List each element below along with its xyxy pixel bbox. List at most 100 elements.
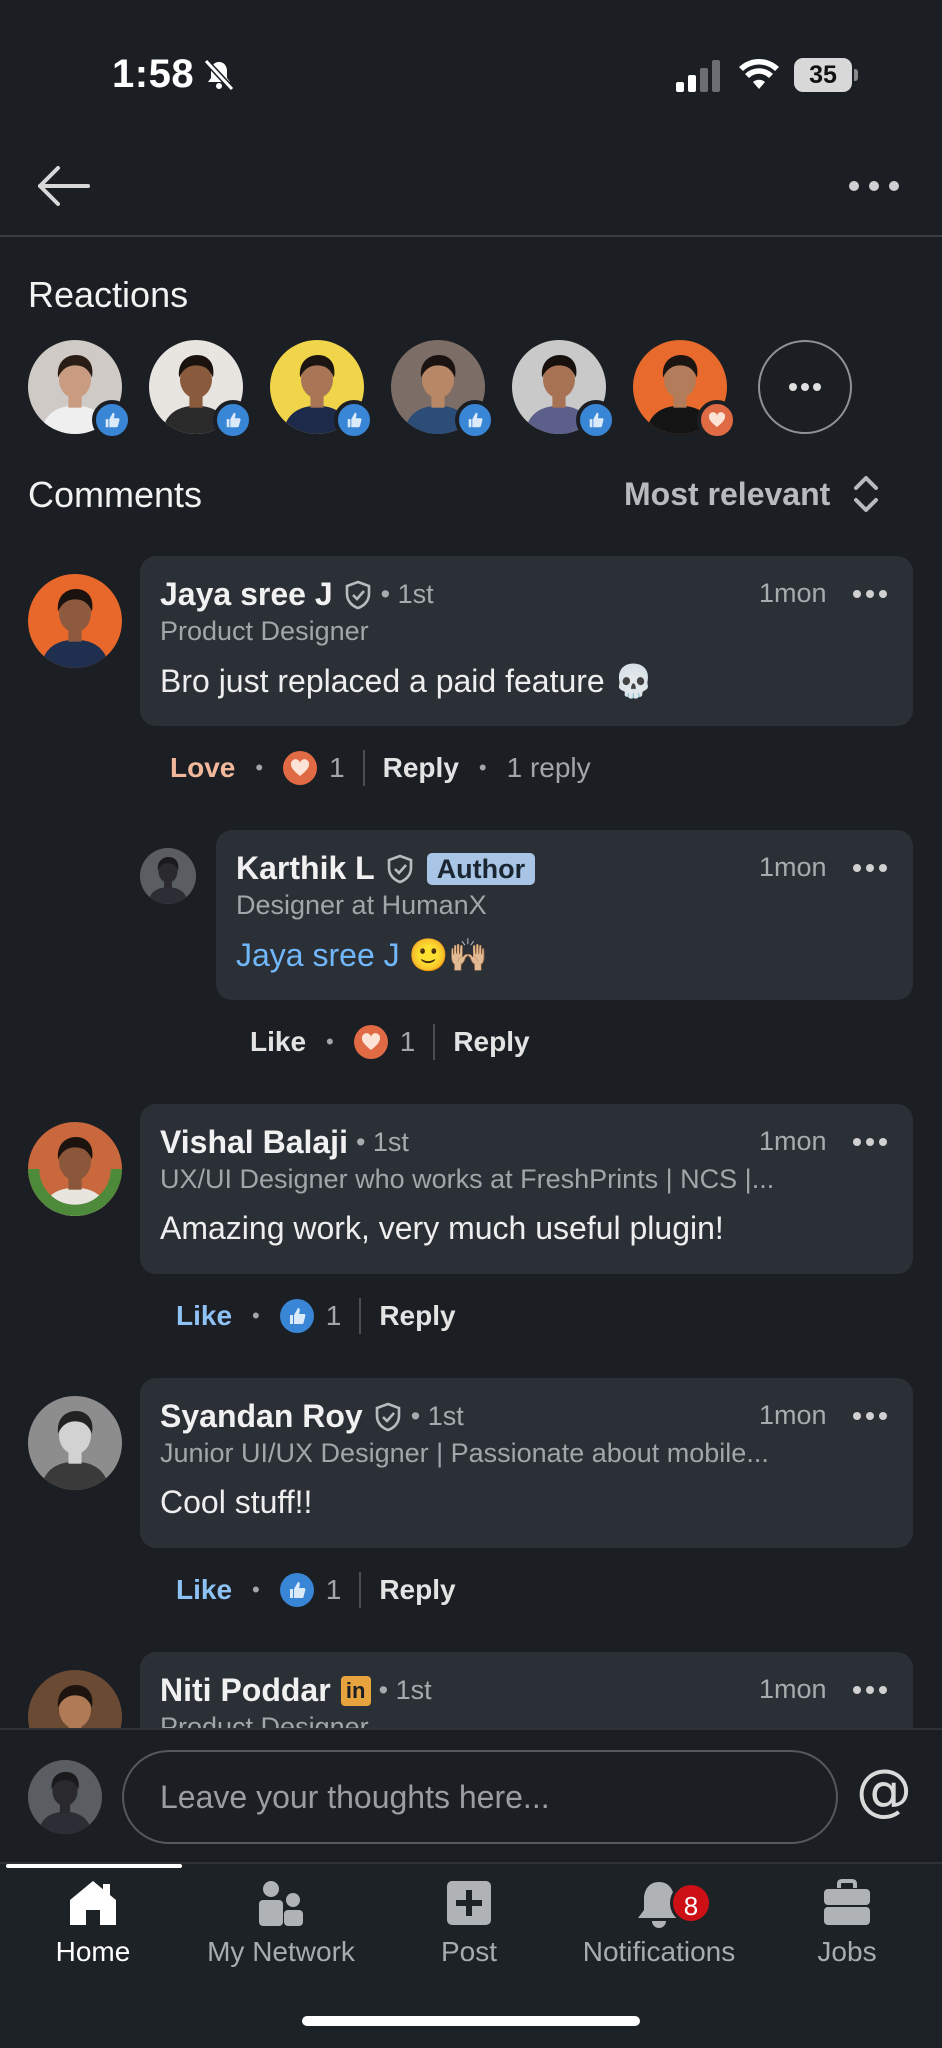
comment-more-icon[interactable] bbox=[852, 858, 888, 878]
comment-author-line: Karthik L Author bbox=[236, 850, 536, 887]
thumbs-up-reaction-icon bbox=[334, 400, 374, 440]
comment-actions: Like • 1 Reply bbox=[250, 1018, 530, 1066]
ellipsis-icon bbox=[789, 383, 821, 391]
home-indicator bbox=[302, 2016, 640, 2026]
avatar[interactable] bbox=[140, 848, 196, 904]
react-button[interactable]: Like bbox=[250, 1026, 306, 1058]
comment-time: 1mon bbox=[759, 1674, 827, 1704]
reaction-count[interactable]: 1 bbox=[329, 752, 345, 784]
tab-label: Home bbox=[55, 1936, 131, 1967]
thumbs-up-reaction-icon bbox=[213, 400, 253, 440]
reactor-avatar[interactable] bbox=[149, 340, 253, 440]
avatar[interactable] bbox=[28, 1122, 122, 1216]
comment-author-line: Vishal Balaji • 1st bbox=[160, 1124, 409, 1161]
tab-jobs[interactable]: Jobs bbox=[752, 1878, 942, 1998]
reply-item: Karthik L Author 1mon Designer at HumanX… bbox=[0, 830, 942, 1070]
comment-author-line: Jaya sree J • 1st bbox=[160, 576, 434, 613]
connection-degree: • 1st bbox=[355, 1127, 409, 1157]
connection-degree: • 1st bbox=[410, 1401, 464, 1431]
action-divider bbox=[359, 1572, 362, 1608]
avatar[interactable] bbox=[28, 574, 122, 668]
reactor-avatar[interactable] bbox=[28, 340, 132, 440]
action-divider bbox=[362, 750, 365, 786]
comment-more-icon[interactable] bbox=[852, 1680, 888, 1700]
react-button[interactable]: Like bbox=[176, 1300, 232, 1332]
sort-dropdown[interactable]: Most relevant bbox=[624, 472, 880, 516]
comment-more-icon[interactable] bbox=[852, 1406, 888, 1426]
heart-reaction-icon[interactable] bbox=[283, 751, 318, 785]
sort-label: Most relevant bbox=[624, 475, 831, 512]
comment-more-icon[interactable] bbox=[852, 1132, 888, 1152]
tab-notifications[interactable]: 8 Notifications bbox=[564, 1878, 754, 1998]
avatar[interactable] bbox=[28, 1670, 122, 1728]
comment-text: Jaya sree J 🙂🙌🏼 bbox=[236, 936, 488, 974]
separator-dot: • bbox=[326, 1029, 334, 1054]
briefcase-icon bbox=[824, 1879, 870, 1925]
more-reactions-button[interactable] bbox=[758, 340, 852, 434]
comment-author-name[interactable]: Jaya sree J bbox=[160, 576, 333, 613]
tab-home[interactable]: Home bbox=[0, 1878, 188, 1998]
comments-title: Comments bbox=[28, 474, 203, 515]
reactions-row bbox=[28, 340, 908, 440]
comment-actions: Love • 1 Reply • 1 reply bbox=[170, 744, 591, 792]
thumbs-up-reaction-icon[interactable] bbox=[279, 1573, 314, 1607]
reply-button[interactable]: Reply bbox=[379, 1574, 455, 1606]
reactions-title: Reactions bbox=[28, 274, 189, 315]
reply-button[interactable]: Reply bbox=[453, 1026, 529, 1058]
comment-author-headline: Product Designer bbox=[160, 616, 369, 646]
comment-bubble: Niti Poddar in • 1st 1mon Product Design… bbox=[140, 1652, 913, 1728]
comment-time: 1mon bbox=[759, 578, 827, 608]
connection-degree: • 1st bbox=[380, 579, 434, 609]
my-avatar[interactable] bbox=[28, 1760, 102, 1834]
react-button[interactable]: Like bbox=[176, 1574, 232, 1606]
wifi-icon bbox=[739, 59, 779, 89]
top-navigation bbox=[0, 150, 942, 236]
reply-button[interactable]: Reply bbox=[383, 752, 459, 784]
reaction-count[interactable]: 1 bbox=[400, 1026, 416, 1058]
comment-input[interactable] bbox=[122, 1750, 838, 1844]
comment-author-name[interactable]: Karthik L bbox=[236, 850, 375, 887]
comment-text: Amazing work, very much useful plugin! bbox=[160, 1210, 724, 1246]
comment-time: 1mon bbox=[759, 852, 827, 882]
comment-actions: Like • 1 Reply bbox=[176, 1292, 456, 1340]
tab-label: Post bbox=[440, 1936, 498, 1967]
reactor-avatar[interactable] bbox=[633, 340, 737, 440]
reaction-count[interactable]: 1 bbox=[326, 1300, 342, 1332]
comment-bubble: Syandan Roy • 1st 1mon Junior UI/UX Desi… bbox=[140, 1378, 913, 1548]
reactor-avatar[interactable] bbox=[512, 340, 616, 440]
reactor-avatar[interactable] bbox=[270, 340, 374, 440]
tab-label: Jobs bbox=[817, 1936, 877, 1967]
more-options-icon[interactable] bbox=[846, 170, 902, 202]
reactor-avatar[interactable] bbox=[391, 340, 495, 440]
notification-badge: 8 bbox=[670, 1882, 712, 1924]
tab-post[interactable]: Post bbox=[374, 1878, 564, 1998]
reaction-count[interactable]: 1 bbox=[326, 1574, 342, 1606]
comment-author-name[interactable]: Niti Poddar bbox=[160, 1672, 331, 1709]
post-icon bbox=[447, 1881, 491, 1925]
thumbs-up-reaction-icon[interactable] bbox=[279, 1299, 314, 1333]
separator-dot: • bbox=[252, 1577, 260, 1602]
comment-author-headline: Junior UI/UX Designer | Passionate about… bbox=[160, 1438, 769, 1468]
tab-label: Notifications bbox=[582, 1936, 736, 1967]
comment-author-line: Niti Poddar in • 1st bbox=[160, 1672, 432, 1709]
active-tab-indicator bbox=[6, 1864, 182, 1868]
avatar[interactable] bbox=[28, 1396, 122, 1490]
separator-dot: • bbox=[478, 755, 487, 780]
battery-level: 35 bbox=[794, 58, 852, 92]
mention-at-icon[interactable]: @ bbox=[856, 1758, 912, 1823]
reply-button[interactable]: Reply bbox=[379, 1300, 455, 1332]
replies-count-link[interactable]: 1 reply bbox=[507, 752, 591, 784]
react-button[interactable]: Love bbox=[170, 752, 235, 784]
comment-text-rest: 🙂🙌🏼 bbox=[399, 937, 489, 973]
back-arrow-icon[interactable] bbox=[36, 158, 92, 214]
comment-author-name[interactable]: Vishal Balaji bbox=[160, 1124, 348, 1161]
header-divider bbox=[0, 235, 942, 237]
mention-link[interactable]: Jaya sree J bbox=[236, 937, 400, 973]
author-badge: Author bbox=[426, 852, 536, 885]
comment-actions: Like • 1 Reply bbox=[176, 1566, 456, 1614]
comment-author-name[interactable]: Syandan Roy bbox=[160, 1398, 363, 1435]
network-icon bbox=[259, 1881, 303, 1926]
heart-reaction-icon[interactable] bbox=[353, 1025, 388, 1059]
comment-more-icon[interactable] bbox=[852, 584, 888, 604]
tab-my-network[interactable]: My Network bbox=[186, 1878, 376, 1998]
